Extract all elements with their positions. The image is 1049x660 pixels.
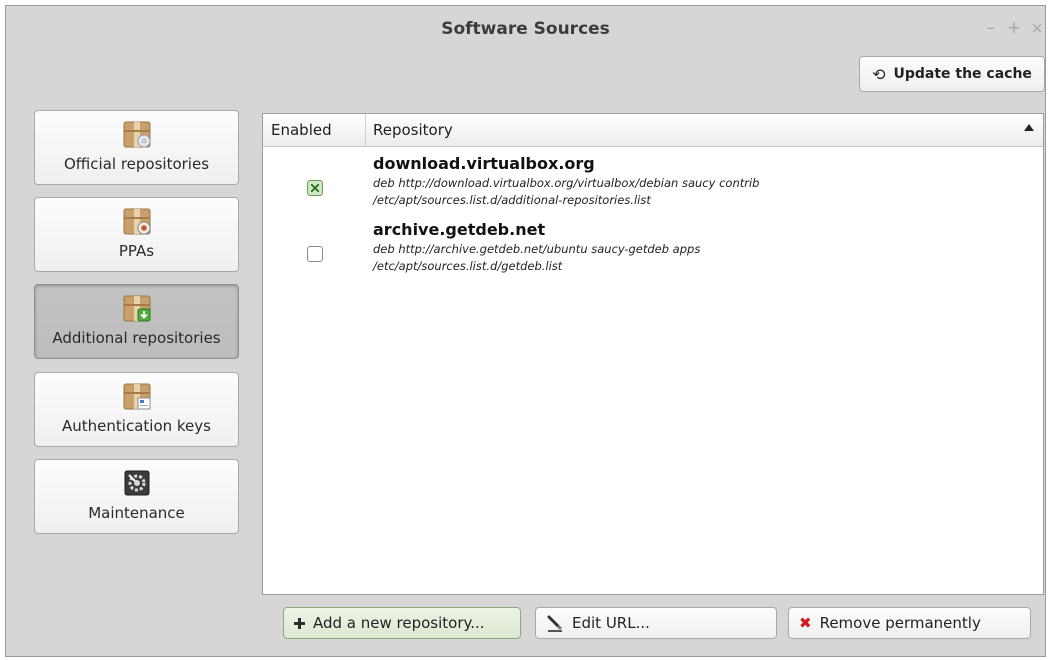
minimize-icon[interactable]: –	[982, 19, 1000, 37]
edit-url-label: Edit URL...	[572, 614, 650, 632]
sidebar-item-label: Maintenance	[88, 504, 185, 522]
package-key-icon	[123, 383, 151, 410]
software-sources-window: Software Sources – + × ⟲ Update the cach…	[5, 5, 1046, 657]
column-header-enabled[interactable]: Enabled	[263, 114, 366, 147]
edit-url-button[interactable]: Edit URL...	[535, 607, 777, 639]
enabled-checkbox[interactable]	[307, 180, 323, 196]
repository-source-line: deb http://download.virtualbox.org/virtu…	[373, 176, 760, 190]
remove-x-icon: ✖	[799, 614, 812, 632]
refresh-icon: ⟲	[872, 64, 886, 84]
remove-permanently-button[interactable]: ✖ Remove permanently	[788, 607, 1031, 639]
sidebar-item-additional-repositories[interactable]: Additional repositories	[34, 284, 239, 359]
column-header-repository-label: Repository	[373, 121, 453, 139]
add-repository-button[interactable]: Add a new repository...	[283, 607, 521, 639]
sidebar-item-authentication-keys[interactable]: Authentication keys	[34, 372, 239, 447]
title-bar[interactable]: Software Sources – + ×	[6, 6, 1045, 50]
sidebar-item-label: Additional repositories	[52, 329, 221, 347]
sidebar-item-label: Official repositories	[63, 155, 210, 173]
repository-name: archive.getdeb.net	[373, 220, 546, 239]
table-row[interactable]: download.virtualbox.org deb http://downl…	[263, 152, 1043, 218]
remove-permanently-label: Remove permanently	[819, 614, 981, 632]
package-cd-icon	[123, 121, 151, 148]
repository-file-path: /etc/apt/sources.list.d/getdeb.list	[373, 259, 563, 273]
update-cache-label: Update the cache	[893, 66, 1032, 82]
sort-ascending-icon	[1024, 124, 1034, 131]
plus-icon	[294, 617, 305, 629]
window-title: Software Sources	[441, 19, 610, 39]
package-ppa-icon	[123, 208, 151, 235]
repository-name: download.virtualbox.org	[373, 154, 595, 173]
sidebar-item-maintenance[interactable]: Maintenance	[34, 459, 239, 534]
edit-brush-icon	[547, 615, 563, 632]
enabled-checkbox[interactable]	[307, 246, 323, 262]
maintenance-gear-icon	[124, 470, 150, 496]
repository-source-line: deb http://archive.getdeb.net/ubuntu sau…	[373, 242, 701, 256]
column-header-repository[interactable]: Repository	[366, 114, 1044, 147]
add-repository-label: Add a new repository...	[313, 614, 485, 632]
table-row[interactable]: archive.getdeb.net deb http://archive.ge…	[263, 218, 1043, 284]
update-cache-button[interactable]: ⟲ Update the cache	[859, 56, 1045, 92]
repository-file-path: /etc/apt/sources.list.d/additional-repos…	[373, 193, 651, 207]
close-icon[interactable]: ×	[1028, 19, 1046, 37]
sidebar-item-official-repositories[interactable]: Official repositories	[34, 110, 239, 185]
package-download-icon	[123, 295, 151, 322]
repository-table: Enabled Repository download.virtualbox.o…	[262, 113, 1044, 595]
sidebar-item-label: PPAs	[118, 242, 155, 260]
maximize-icon[interactable]: +	[1005, 19, 1023, 37]
sidebar-item-ppas[interactable]: PPAs	[34, 197, 239, 272]
sidebar-item-label: Authentication keys	[62, 417, 211, 435]
table-header: Enabled Repository	[263, 114, 1043, 147]
